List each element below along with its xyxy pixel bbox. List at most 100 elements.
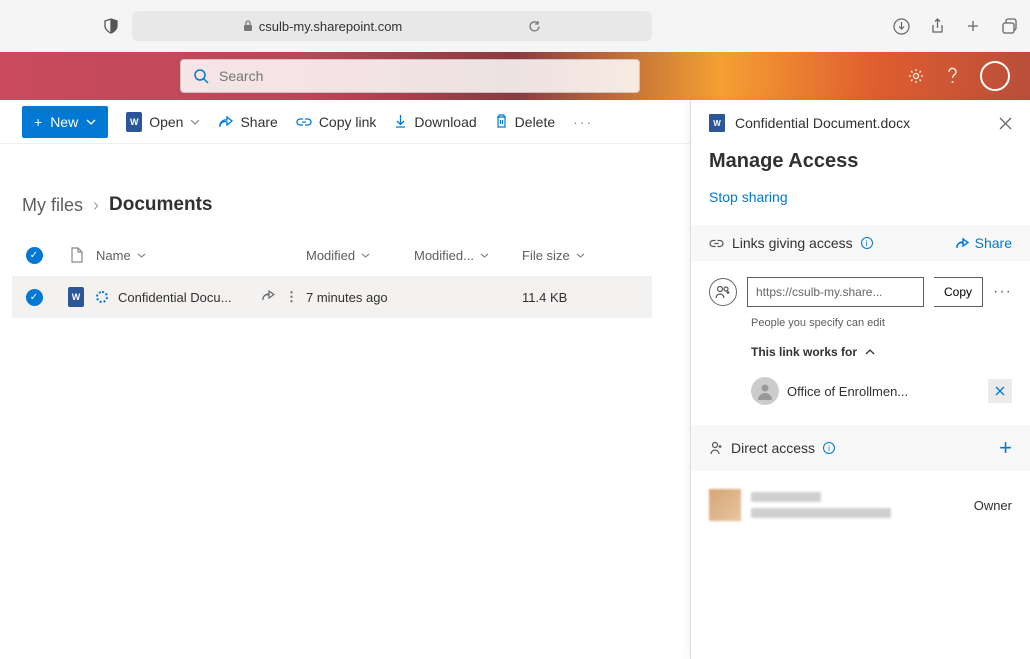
owner-name-blurred bbox=[751, 492, 821, 502]
new-tab-icon[interactable] bbox=[964, 17, 982, 35]
search-box[interactable] bbox=[180, 59, 640, 93]
direct-access-header: Direct access i + bbox=[691, 425, 1030, 471]
panel-share-label: Share bbox=[975, 235, 1012, 251]
new-button-label: New bbox=[50, 114, 78, 130]
reload-icon[interactable] bbox=[528, 20, 541, 33]
info-icon[interactable]: i bbox=[823, 442, 835, 454]
share-system-icon[interactable] bbox=[928, 17, 946, 35]
size-cell: 11.4 KB bbox=[522, 290, 612, 305]
row-checkbox[interactable]: ✓ bbox=[12, 289, 56, 306]
share-label: Share bbox=[240, 114, 277, 130]
chevron-down-icon bbox=[137, 253, 146, 258]
size-column-header[interactable]: File size bbox=[522, 248, 612, 263]
table-row[interactable]: ✓ W Confidential Docu... ⋮ 7 minutes ago… bbox=[12, 276, 652, 318]
chevron-right-icon: › bbox=[93, 195, 99, 216]
owner-email-blurred bbox=[751, 508, 891, 518]
links-section-label: Links giving access bbox=[732, 235, 853, 251]
word-doc-icon: W bbox=[709, 114, 725, 132]
file-name-text: Confidential Docu... bbox=[118, 290, 231, 305]
trash-icon bbox=[495, 114, 508, 129]
owner-row: Owner bbox=[691, 471, 1030, 539]
delete-label: Delete bbox=[515, 114, 555, 130]
lock-icon bbox=[243, 20, 253, 32]
file-table: ✓ Name Modified Modified... File size ✓ … bbox=[12, 234, 652, 318]
more-actions-button[interactable]: ··· bbox=[573, 114, 593, 130]
panel-share-button[interactable]: Share bbox=[955, 235, 1012, 251]
url-text: csulb-my.sharepoint.com bbox=[259, 19, 403, 34]
modifiedby-column-header[interactable]: Modified... bbox=[414, 248, 522, 263]
privacy-shield-icon bbox=[102, 17, 120, 35]
manage-access-panel: W Confidential Document.docx Manage Acce… bbox=[690, 100, 1030, 659]
sync-spinner-icon bbox=[96, 291, 108, 303]
search-icon bbox=[193, 68, 209, 84]
chevron-down-icon bbox=[190, 119, 200, 125]
panel-heading: Manage Access bbox=[691, 146, 1030, 179]
link-icon bbox=[709, 238, 724, 249]
name-column-header[interactable]: Name bbox=[96, 248, 306, 263]
row-more-icon[interactable]: ⋮ bbox=[285, 289, 298, 305]
recipient-name: Office of Enrollmen... bbox=[787, 384, 980, 399]
file-type-icon: W bbox=[56, 287, 96, 307]
share-inline-icon[interactable] bbox=[261, 289, 275, 305]
delete-button[interactable]: Delete bbox=[495, 114, 555, 130]
open-button[interactable]: W Open bbox=[126, 112, 200, 132]
link-icon bbox=[296, 116, 312, 128]
link-more-button[interactable]: ··· bbox=[993, 283, 1012, 301]
checkmark-icon: ✓ bbox=[26, 289, 43, 306]
settings-gear-icon[interactable] bbox=[907, 67, 925, 85]
browser-chrome: csulb-my.sharepoint.com bbox=[0, 0, 1030, 52]
people-selector-icon[interactable] bbox=[709, 278, 737, 306]
chevron-down-icon bbox=[361, 253, 370, 258]
recipient-chip: Office of Enrollmen... bbox=[751, 377, 1012, 405]
person-avatar bbox=[751, 377, 779, 405]
file-type-column bbox=[56, 247, 96, 263]
copy-button[interactable]: Copy bbox=[934, 277, 983, 307]
file-name-cell[interactable]: Confidential Docu... ⋮ bbox=[96, 289, 306, 305]
panel-header: W Confidential Document.docx bbox=[691, 100, 1030, 146]
download-icon[interactable] bbox=[892, 17, 910, 35]
copylink-label: Copy link bbox=[319, 114, 377, 130]
info-icon[interactable]: i bbox=[861, 237, 873, 249]
open-label: Open bbox=[149, 114, 183, 130]
direct-access-label: Direct access bbox=[731, 440, 815, 456]
plus-icon: + bbox=[34, 114, 42, 130]
header-banner bbox=[0, 52, 1030, 100]
breadcrumb-current: Documents bbox=[109, 194, 212, 216]
checkmark-icon: ✓ bbox=[26, 247, 43, 264]
panel-doc-title: Confidential Document.docx bbox=[735, 115, 910, 131]
breadcrumb-root[interactable]: My files bbox=[22, 195, 83, 216]
url-bar[interactable]: csulb-my.sharepoint.com bbox=[132, 11, 652, 41]
chevron-down-icon bbox=[86, 119, 96, 125]
profile-avatar[interactable] bbox=[980, 61, 1010, 91]
copylink-button[interactable]: Copy link bbox=[296, 114, 377, 130]
links-section-header: Links giving access i Share bbox=[691, 225, 1030, 261]
link-description: People you specify can edit bbox=[691, 313, 1030, 329]
new-button[interactable]: + New bbox=[22, 106, 108, 138]
help-icon[interactable] bbox=[945, 67, 960, 85]
add-direct-access-button[interactable]: + bbox=[999, 435, 1012, 461]
link-works-for-toggle[interactable]: This link works for bbox=[691, 329, 1030, 367]
search-input[interactable] bbox=[219, 68, 627, 84]
owner-role-label: Owner bbox=[974, 498, 1012, 513]
select-all-column[interactable]: ✓ bbox=[12, 247, 56, 264]
chevron-down-icon bbox=[576, 253, 585, 258]
share-url-field[interactable]: https://csulb-my.share... bbox=[747, 277, 924, 307]
modified-cell: 7 minutes ago bbox=[306, 290, 414, 305]
table-header-row: ✓ Name Modified Modified... File size bbox=[12, 234, 652, 276]
share-button[interactable]: Share bbox=[218, 114, 277, 130]
owner-avatar-blurred bbox=[709, 489, 741, 521]
chevron-up-icon bbox=[865, 349, 875, 355]
close-panel-button[interactable] bbox=[999, 117, 1012, 130]
word-app-icon: W bbox=[126, 112, 142, 132]
link-row: https://csulb-my.share... Copy ··· bbox=[691, 261, 1030, 313]
download-arrow-icon bbox=[394, 114, 407, 129]
share-arrow-icon bbox=[218, 115, 233, 129]
stop-sharing-link[interactable]: Stop sharing bbox=[691, 179, 1030, 225]
download-button[interactable]: Download bbox=[394, 114, 476, 130]
tabs-icon[interactable] bbox=[1000, 17, 1018, 35]
person-icon bbox=[709, 441, 723, 455]
remove-recipient-button[interactable] bbox=[988, 379, 1012, 403]
modified-column-header[interactable]: Modified bbox=[306, 248, 414, 263]
chevron-down-icon bbox=[480, 253, 489, 258]
download-label: Download bbox=[414, 114, 476, 130]
